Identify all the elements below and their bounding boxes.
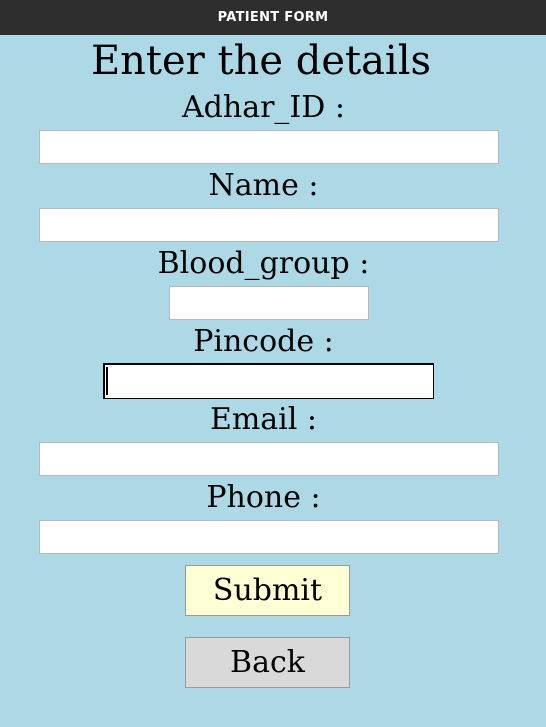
window-title-bar: PATIENT FORM (0, 0, 546, 35)
name-label: Name : (208, 168, 319, 203)
blood-group-label: Blood_group : (157, 246, 370, 281)
phone-input[interactable] (39, 520, 499, 554)
pincode-input[interactable] (103, 363, 434, 399)
pincode-label: Pincode : (193, 324, 334, 359)
email-label: Email : (209, 402, 318, 437)
form-heading: Enter the details (90, 38, 432, 84)
adhar-id-input[interactable] (39, 130, 499, 164)
name-input[interactable] (39, 208, 499, 242)
submit-button[interactable]: Submit (185, 565, 350, 616)
phone-label: Phone : (206, 480, 321, 515)
back-button[interactable]: Back (185, 637, 350, 688)
blood-group-input[interactable] (169, 286, 369, 320)
window-title: PATIENT FORM (217, 10, 329, 25)
adhar-id-label: Adhar_ID : (182, 90, 345, 125)
email-input[interactable] (39, 442, 499, 476)
text-caret (106, 367, 108, 395)
